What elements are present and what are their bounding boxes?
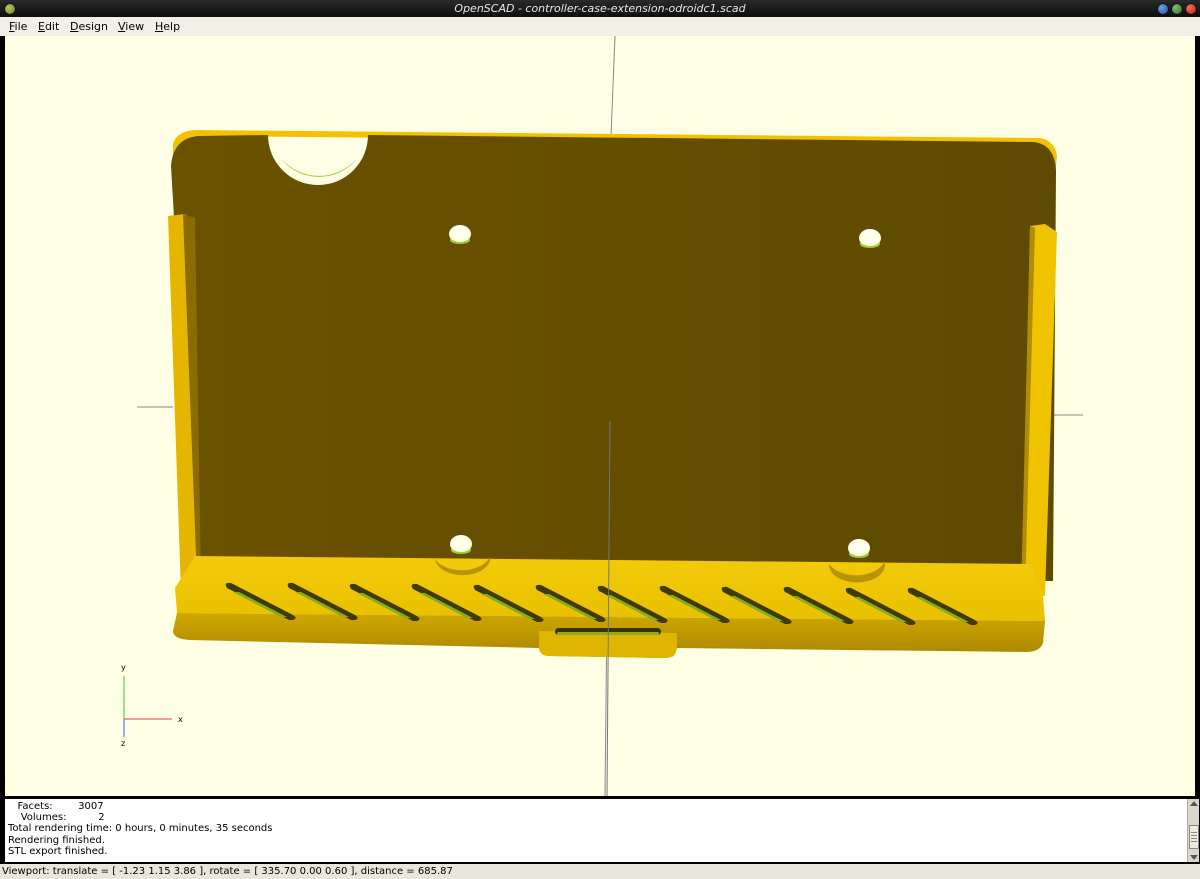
window-title: OpenSCAD - controller-case-extension-odr… [454, 2, 746, 15]
console-scrollbar[interactable] [1187, 799, 1199, 862]
console-volumes-line: Volumes: 2 [5, 812, 1187, 823]
volumes-label: Volumes: [20, 812, 67, 824]
facets-label: Facets: [17, 801, 53, 812]
back-wall-cutout-edge [281, 158, 357, 177]
scroll-thumb[interactable] [1189, 825, 1199, 849]
menu-edit[interactable]: Edit [38, 20, 59, 34]
menu-design[interactable]: Design [70, 20, 108, 34]
axis-gizmo: x y z [121, 663, 183, 748]
volumes-value: 2 [98, 812, 105, 824]
window-titlebar: OpenSCAD - controller-case-extension-odr… [0, 0, 1200, 17]
model-render: x y z [121, 36, 1083, 796]
console-line: STL export finished. [8, 845, 108, 857]
console-output: Facets: 3007 Volumes: 2 Total rendering … [5, 799, 1187, 862]
floor-plate [175, 556, 1045, 621]
console-facets-line: Facets: 3007 [5, 801, 1187, 812]
status-bar: Viewport: translate = [ -1.23 1.15 3.86 … [0, 864, 1200, 879]
scroll-down-icon[interactable] [1190, 855, 1198, 860]
3d-viewport[interactable]: x y z [5, 36, 1195, 796]
minimize-icon[interactable] [1157, 3, 1169, 15]
menu-help[interactable]: Help [155, 20, 180, 34]
axis-x-label: x [178, 715, 183, 724]
back-wall [171, 135, 1056, 581]
app-menu-icon[interactable] [4, 3, 16, 15]
close-icon[interactable] [1185, 3, 1197, 15]
menu-bar: File Edit Design View Help [0, 17, 1200, 36]
axis-y-label: y [121, 663, 126, 672]
menu-view[interactable]: View [118, 20, 144, 34]
scroll-up-icon[interactable] [1190, 801, 1198, 806]
facets-value: 3007 [78, 801, 104, 812]
console-line: Rendering finished. [8, 834, 105, 846]
axis-z-label: z [121, 739, 125, 748]
console-line: Total rendering time: 0 hours, 0 minutes… [8, 823, 273, 835]
menu-file[interactable]: File [9, 20, 27, 34]
maximize-icon[interactable] [1171, 3, 1183, 15]
